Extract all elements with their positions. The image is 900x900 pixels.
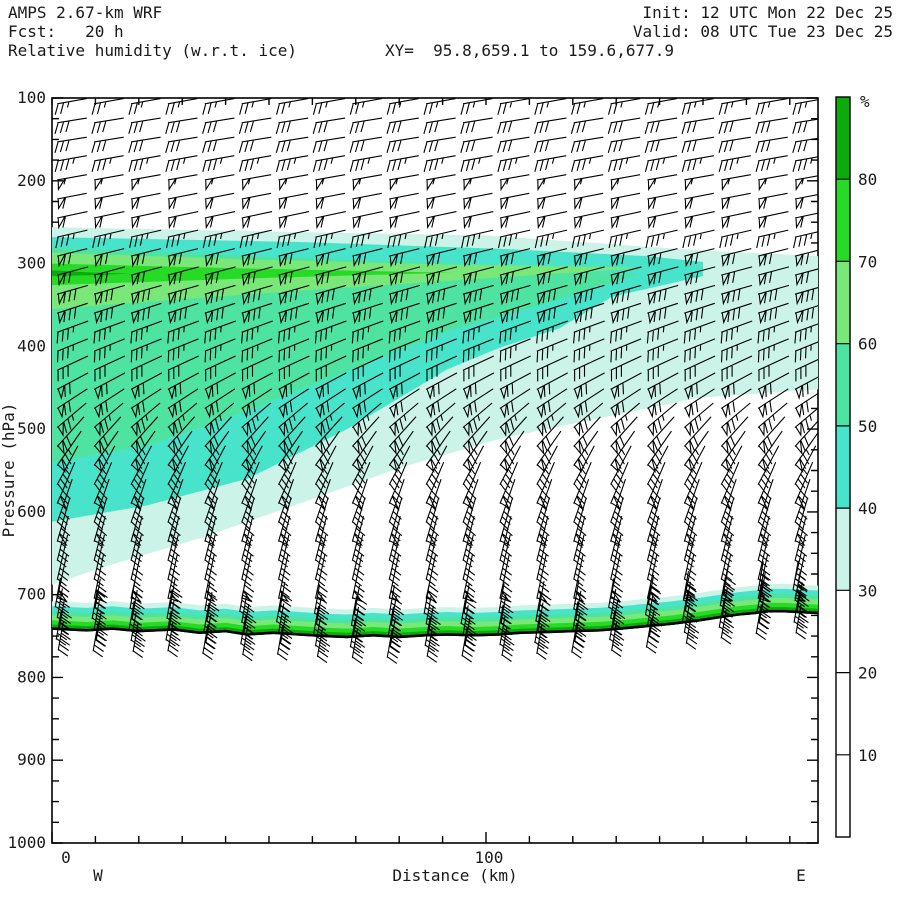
svg-text:100: 100 <box>17 88 46 107</box>
svg-text:Distance (km): Distance (km) <box>392 866 517 885</box>
svg-text:200: 200 <box>17 171 46 190</box>
svg-text:10: 10 <box>858 746 877 765</box>
svg-text:E: E <box>796 866 806 885</box>
svg-text:Pressure (hPa): Pressure (hPa) <box>0 403 18 538</box>
svg-text:20: 20 <box>858 664 877 683</box>
svg-text:900: 900 <box>17 750 46 769</box>
svg-text:800: 800 <box>17 667 46 686</box>
svg-text:30: 30 <box>858 581 877 600</box>
svg-text:70: 70 <box>858 252 877 271</box>
svg-text:700: 700 <box>17 585 46 604</box>
svg-text:80: 80 <box>858 170 877 189</box>
cross-section-plot: 100 200 300 400 500 600 700 800 900 1000 0 100 W E Dis… <box>0 88 877 885</box>
svg-text:60: 60 <box>858 335 877 354</box>
svg-text:100: 100 <box>475 848 504 867</box>
svg-text:300: 300 <box>17 254 46 273</box>
svg-text:500: 500 <box>17 419 46 438</box>
svg-text:W: W <box>93 866 103 885</box>
svg-text:1000: 1000 <box>7 833 46 852</box>
svg-text:0: 0 <box>61 848 71 867</box>
amps-cross-section-page: AMPS 2.67-km WRF Fcst: 20 h Relative hum… <box>0 0 900 900</box>
svg-text:600: 600 <box>17 502 46 521</box>
svg-text:40: 40 <box>858 499 877 518</box>
svg-text:%: % <box>860 92 870 111</box>
svg-text:400: 400 <box>17 336 46 355</box>
svg-text:50: 50 <box>858 417 877 436</box>
